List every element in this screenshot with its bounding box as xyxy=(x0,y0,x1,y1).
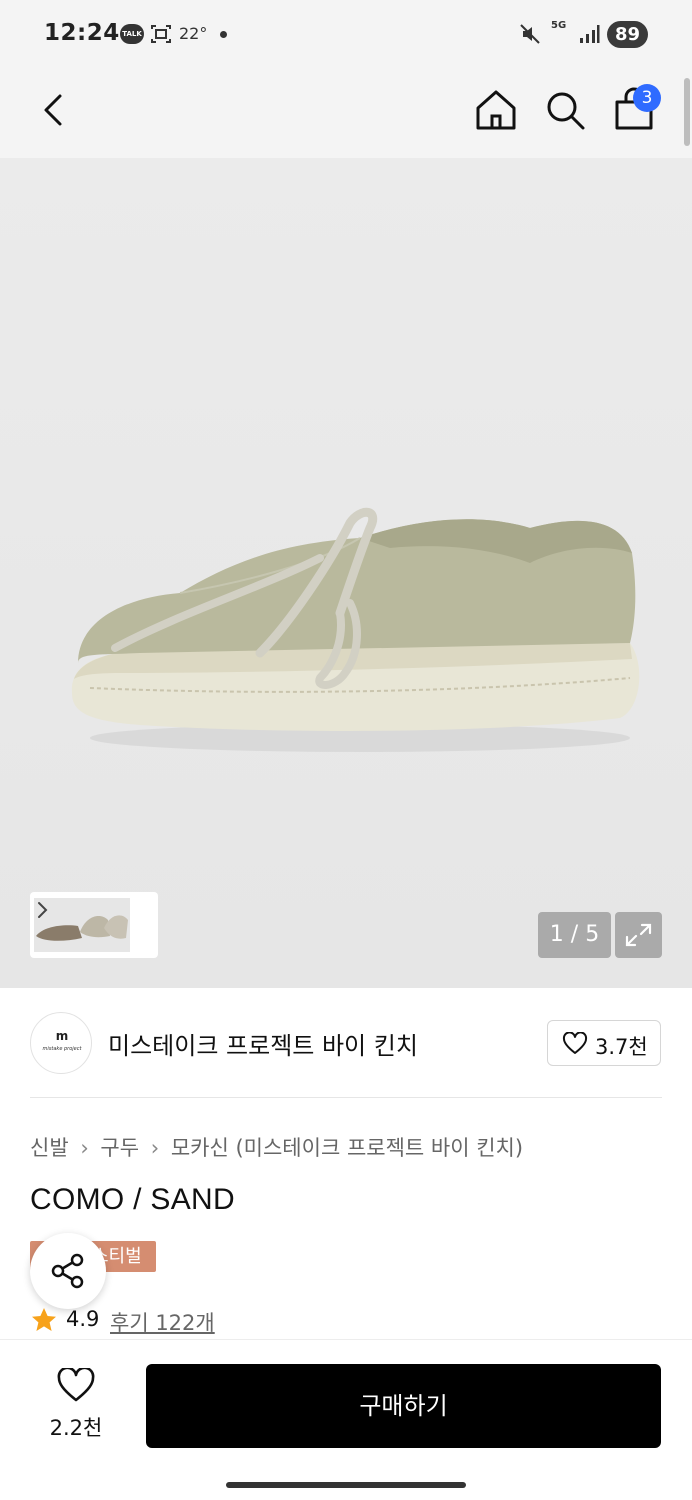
bottom-action-bar: 2.2천 구매하기 xyxy=(0,1339,692,1470)
wishlist-count: 2.2천 xyxy=(49,1416,103,1440)
cart-count-badge: 3 xyxy=(633,84,661,112)
thumbnail-strip[interactable] xyxy=(30,892,158,958)
back-arrow-icon[interactable] xyxy=(36,88,76,132)
breadcrumb: 신발 › 구두 › 모카신 (미스테이크 프로젝트 바이 킨치) xyxy=(30,1132,528,1162)
product-shoe-image xyxy=(71,507,640,752)
heart-icon xyxy=(57,1368,95,1402)
breadcrumb-item-moccasin[interactable]: 모카신 (미스테이크 프로젝트 바이 킨치) xyxy=(171,1136,523,1160)
page-indicator: 1 / 5 xyxy=(538,912,611,958)
signal-icon xyxy=(580,25,600,43)
breadcrumb-item-shoes[interactable]: 신발 xyxy=(30,1136,69,1160)
brand-logo[interactable]: m mistake project xyxy=(30,1012,92,1074)
home-gesture-handle[interactable] xyxy=(226,1482,466,1488)
status-bar: 12:24 TALK 22° 5G 89 xyxy=(0,0,692,70)
share-button[interactable] xyxy=(30,1233,106,1309)
chevron-right-icon[interactable] xyxy=(34,898,50,922)
brand-logo-text: mistake project xyxy=(42,1046,82,1052)
brand-like-button[interactable]: 3.7천 xyxy=(547,1020,661,1066)
divider xyxy=(30,1097,662,1098)
kakaotalk-icon: TALK xyxy=(120,24,144,44)
temperature: 22° xyxy=(179,24,208,43)
share-icon xyxy=(51,1253,84,1289)
rating-value: 4.9 xyxy=(66,1307,100,1331)
home-icon[interactable] xyxy=(472,86,520,134)
heart-icon xyxy=(562,1032,588,1054)
app-header xyxy=(0,70,692,158)
mute-icon xyxy=(520,24,540,44)
product-image-gallery[interactable]: 1 / 5 xyxy=(0,158,692,988)
buy-button[interactable]: 구매하기 xyxy=(146,1364,661,1448)
star-icon xyxy=(32,1308,56,1331)
review-link[interactable]: 후기 122개 xyxy=(110,1307,215,1337)
brand-name[interactable]: 미스테이크 프로젝트 바이 킨치 xyxy=(108,1026,418,1061)
brand-like-count: 3.7천 xyxy=(595,1035,648,1059)
status-time: 12:24 xyxy=(44,20,120,46)
brand-logo-mark: m xyxy=(55,1029,69,1043)
screenshot-icon xyxy=(151,25,171,43)
chevron-right-icon: › xyxy=(80,1136,89,1160)
breadcrumb-item-dress-shoes[interactable]: 구두 xyxy=(100,1136,139,1160)
notification-dot xyxy=(220,31,227,38)
search-icon[interactable] xyxy=(541,86,589,134)
wishlist-button[interactable]: 2.2천 xyxy=(30,1364,122,1454)
expand-icon[interactable] xyxy=(615,912,662,958)
network-5g-icon: 5G xyxy=(551,20,567,31)
system-nav-bar xyxy=(0,1470,692,1500)
battery-indicator: 89 xyxy=(607,21,648,48)
scrollbar[interactable] xyxy=(684,78,690,146)
chevron-right-icon: › xyxy=(150,1136,160,1160)
product-title: COMO / SAND xyxy=(30,1183,235,1216)
